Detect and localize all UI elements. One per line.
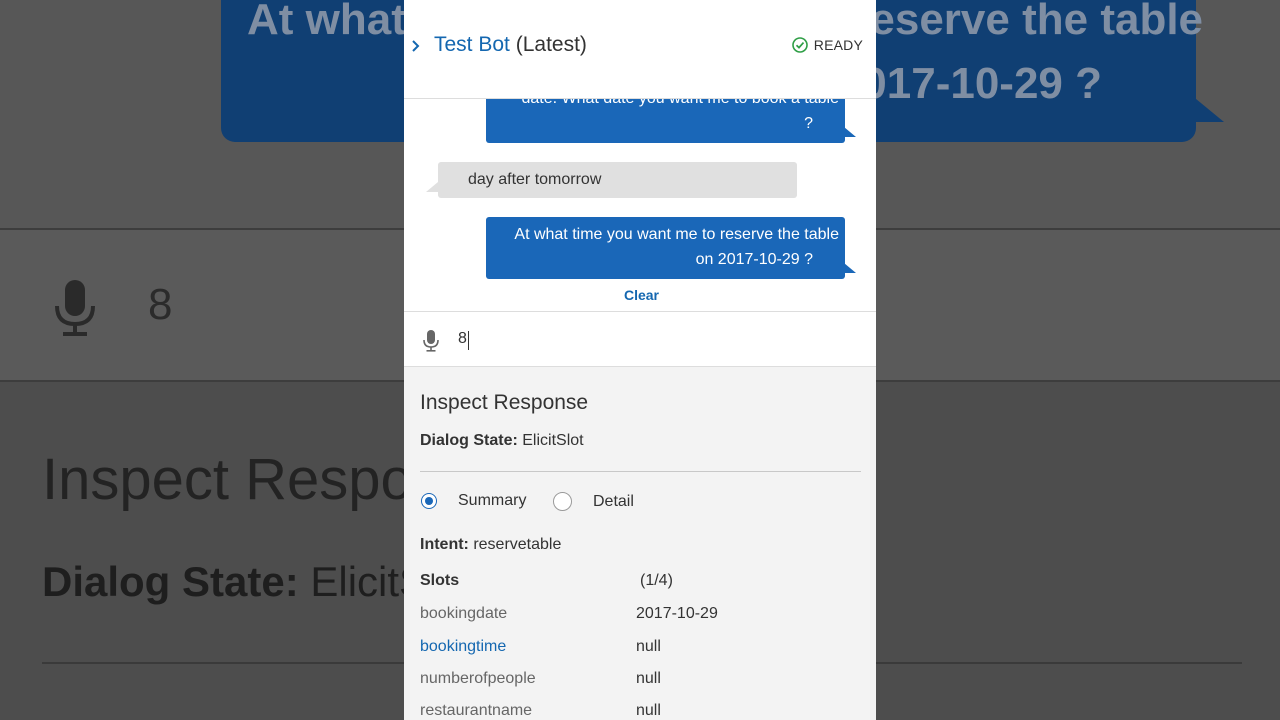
dialog-state: Dialog State: ElicitSlot: [420, 432, 584, 450]
radio-selected-icon[interactable]: [421, 493, 437, 509]
user-message: day after tomorrow: [426, 162, 797, 198]
panel-title: Test Bot (Latest): [434, 33, 587, 57]
summary-radio[interactable]: Summary: [421, 492, 526, 510]
slot-row: bookingdate 2017-10-29: [420, 605, 860, 627]
slot-value: null: [636, 670, 661, 687]
detail-radio-label[interactable]: Detail: [593, 493, 634, 511]
message-text: day after tomorrow: [468, 171, 602, 188]
chat-input-row: [404, 311, 876, 367]
background-bubble-tail: [1190, 94, 1224, 122]
dialog-state-label: Dialog State:: [420, 432, 518, 449]
slots-header: Slots: [420, 572, 460, 589]
slot-name: bookingdate: [420, 605, 508, 622]
background-microphone-icon: [55, 280, 95, 336]
microphone-icon[interactable]: [422, 329, 440, 353]
slots-count: (1/4): [640, 572, 673, 589]
slot-name: restaurantname: [420, 702, 533, 719]
message-line: At what time you want me to reserve the …: [514, 226, 839, 243]
slot-name: numberofpeople: [420, 670, 536, 687]
intent-label: Intent:: [420, 536, 469, 553]
slot-value: null: [636, 638, 661, 655]
background-dialog-state-label: Dialog State:: [42, 558, 299, 605]
chat-transcript[interactable]: date. What date you want me to book a ta…: [404, 99, 876, 311]
slot-row: bookingtime null: [420, 638, 860, 660]
intent-value: reservetable: [473, 536, 562, 553]
background-input-value: 8: [148, 280, 173, 329]
detail-radio[interactable]: Detail: [553, 492, 634, 511]
dialog-state-value: ElicitSlot: [522, 432, 584, 449]
test-bot-panel: Test Bot (Latest) READY date. What date …: [404, 0, 876, 720]
slot-value: null: [636, 702, 661, 719]
check-circle-icon: [791, 37, 808, 53]
inspect-title: Inspect Response: [420, 391, 589, 414]
text-cursor: [468, 331, 469, 350]
bot-name: Test Bot: [434, 33, 510, 56]
radio-unselected-icon[interactable]: [553, 492, 572, 511]
chat-message-input[interactable]: [456, 326, 858, 352]
message-line: on 2017-10-29 ?: [695, 251, 813, 268]
panel-header: Test Bot (Latest) READY: [404, 0, 876, 99]
status-text: READY: [813, 37, 863, 53]
clear-button[interactable]: Clear: [404, 287, 876, 303]
bot-version: (Latest): [515, 33, 587, 56]
bot-message: At what time you want me to reserve the …: [486, 217, 856, 279]
bot-message: date. What date you want me to book a ta…: [486, 99, 856, 143]
message-line: date. What date you want me to book a ta…: [492, 99, 839, 111]
message-line: ?: [804, 115, 813, 132]
intent: Intent: reservetable: [420, 536, 561, 554]
status-badge: READY: [791, 37, 863, 53]
slot-row: restaurantname null: [420, 702, 860, 720]
slot-value: 2017-10-29: [636, 605, 718, 622]
slot-name-active: bookingtime: [420, 638, 507, 655]
slot-row: numberofpeople null: [420, 670, 860, 692]
chevron-right-icon[interactable]: [410, 38, 422, 54]
divider: [420, 471, 861, 472]
summary-radio-label[interactable]: Summary: [458, 492, 526, 510]
inspect-response-section: Inspect Response Dialog State: ElicitSlo…: [404, 367, 876, 720]
